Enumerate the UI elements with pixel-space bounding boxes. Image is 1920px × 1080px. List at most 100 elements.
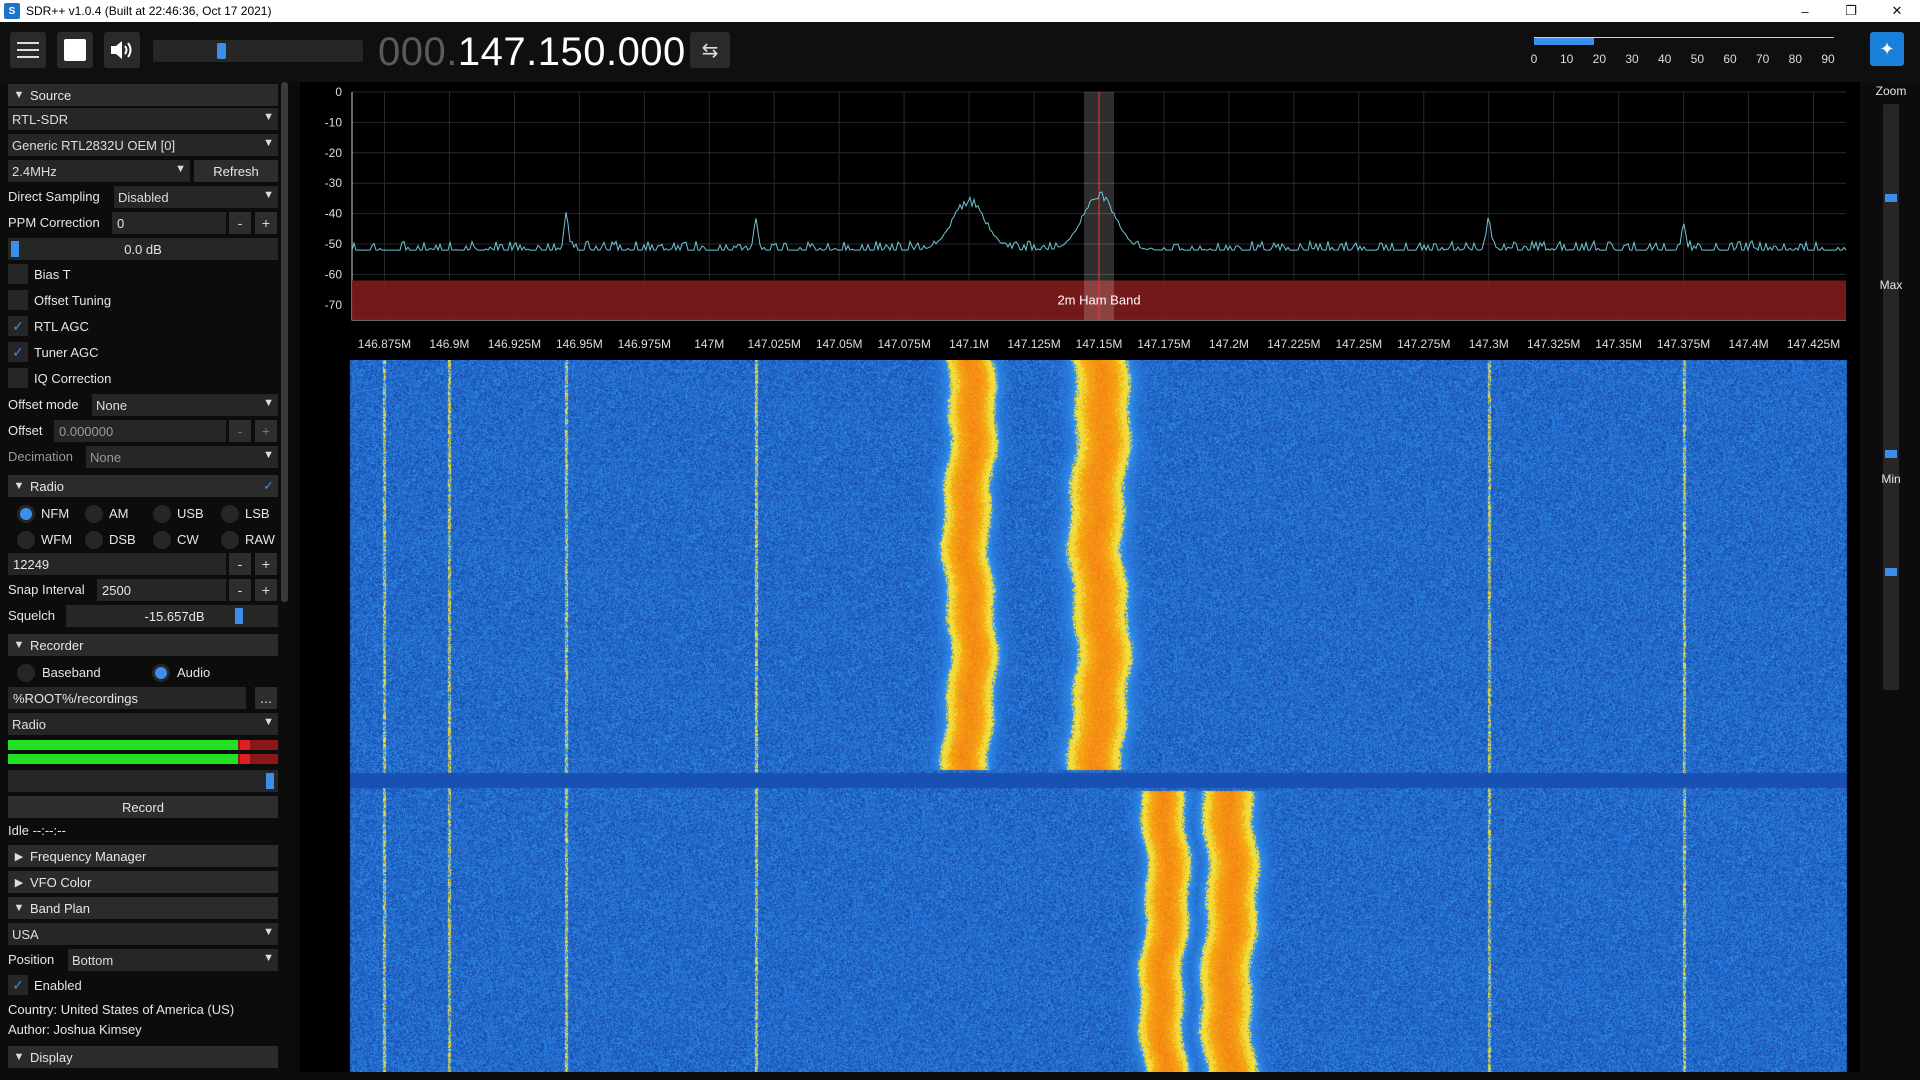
- min-slider-grab[interactable]: [1885, 568, 1897, 576]
- mode-radio-raw[interactable]: [221, 531, 239, 549]
- zoom-slider-grab[interactable]: [1885, 194, 1897, 202]
- mode-radio-wfm[interactable]: [17, 531, 35, 549]
- mode-radio-dsb[interactable]: [85, 531, 103, 549]
- max-slider[interactable]: [1883, 298, 1899, 496]
- fft-x-tick-label: 147.025M: [748, 337, 801, 351]
- ppm-increment-button[interactable]: +: [255, 212, 277, 234]
- recorder-stream-select[interactable]: Radio ▼: [8, 713, 278, 735]
- frequency-prefix[interactable]: 000.: [378, 30, 458, 74]
- chevron-down-icon: ▼: [263, 111, 274, 123]
- decimation-select[interactable]: None ▼: [86, 446, 278, 468]
- fft-x-tick-label: 147.125M: [1007, 337, 1060, 351]
- decimation-label: Decimation: [8, 449, 74, 464]
- sample-rate-select[interactable]: 2.4MHz ▼: [8, 160, 190, 182]
- bandwidth-increment-button[interactable]: +: [255, 553, 277, 575]
- offset-increment-button[interactable]: +: [255, 420, 277, 442]
- maximize-button[interactable]: ❐: [1828, 0, 1874, 22]
- fft-x-tick-label: 147.4M: [1729, 337, 1769, 351]
- recorder-header[interactable]: ▼ Recorder: [8, 634, 278, 656]
- window-title: SDR++ v1.0.4 (Built at 22:46:36, Oct 17 …: [26, 4, 272, 18]
- vfo-color-label: VFO Color: [30, 874, 92, 890]
- chevron-down-icon: ▼: [263, 397, 274, 409]
- minimize-button[interactable]: –: [1782, 0, 1828, 22]
- band-plan-author: Author: Joshua Kimsey: [8, 1022, 142, 1037]
- radio-header[interactable]: ▼ Radio ✓: [8, 475, 278, 497]
- mode-radio-lsb[interactable]: [221, 505, 239, 523]
- band-plan-enabled-checkbox[interactable]: ✓: [8, 975, 28, 995]
- snap-increment-button[interactable]: +: [255, 579, 277, 601]
- offset-mode-select[interactable]: None ▼: [92, 394, 278, 416]
- fft-y-tick-label: -40: [325, 207, 343, 221]
- frequency-manager-label: Frequency Manager: [30, 848, 147, 864]
- gain-slider-grab[interactable]: [11, 241, 19, 257]
- audio-level-meter-left: [8, 740, 278, 750]
- chevron-down-icon: ▼: [263, 952, 274, 964]
- ppm-decrement-button[interactable]: -: [229, 212, 251, 234]
- baseband-radio[interactable]: [17, 664, 35, 682]
- ppm-correction-input[interactable]: 0: [112, 212, 226, 234]
- audio-radio[interactable]: [152, 664, 170, 682]
- direct-sampling-label: Direct Sampling: [8, 189, 100, 204]
- frequency-display[interactable]: 000.147.150.000: [378, 30, 686, 74]
- bandwidth-decrement-button[interactable]: -: [229, 553, 251, 575]
- sidebar-scrollbar[interactable]: [281, 82, 288, 602]
- fft-x-tick-label: 147.225M: [1267, 337, 1320, 351]
- direct-sampling-select[interactable]: Disabled ▼: [114, 186, 278, 208]
- source-type-select[interactable]: RTL-SDR ▼: [8, 108, 278, 130]
- snap-interval-input[interactable]: 2500: [97, 579, 226, 601]
- bias-t-checkbox[interactable]: [8, 264, 28, 284]
- band-position-select[interactable]: Bottom ▼: [68, 949, 278, 971]
- fft-y-tick-label: -30: [325, 176, 343, 190]
- mute-button[interactable]: [104, 32, 140, 68]
- recorder-volume-grab[interactable]: [266, 773, 274, 789]
- band-plan-select[interactable]: USA ▼: [8, 923, 278, 945]
- bandwidth-input[interactable]: 12249: [8, 553, 226, 575]
- swap-frequency-button[interactable]: ⇆: [690, 32, 730, 68]
- recording-path-input[interactable]: %ROOT%/recordings: [8, 687, 246, 709]
- source-header[interactable]: ▼ Source: [8, 84, 278, 106]
- zoom-slider[interactable]: [1883, 104, 1899, 300]
- fft-spectrum[interactable]: 2m Ham Band 0-10-20-30-40-50-60-70 146.8…: [300, 82, 1860, 360]
- frequency-value[interactable]: 147.150.000: [458, 30, 686, 74]
- squelch-slider[interactable]: -15.657dB: [66, 605, 278, 627]
- vfo-color-header[interactable]: ▶ VFO Color: [8, 871, 278, 893]
- frequency-manager-header[interactable]: ▶ Frequency Manager: [8, 845, 278, 867]
- bias-t-label: Bias T: [34, 267, 71, 282]
- sdrpp-logo-icon[interactable]: ✦: [1870, 32, 1904, 66]
- offset-input[interactable]: 0.000000: [54, 420, 226, 442]
- stop-button[interactable]: [57, 32, 93, 68]
- device-select[interactable]: Generic RTL2832U OEM [0] ▼: [8, 134, 278, 156]
- mode-radio-usb[interactable]: [153, 505, 171, 523]
- rtl-agc-checkbox[interactable]: ✓: [8, 316, 28, 336]
- display-header[interactable]: ▼ Display: [8, 1046, 278, 1068]
- decimation-value: None: [90, 449, 122, 465]
- band-plan-header[interactable]: ▼ Band Plan: [8, 897, 278, 919]
- squelch-slider-grab[interactable]: [235, 608, 243, 624]
- record-button[interactable]: Record: [8, 796, 278, 818]
- mode-radio-am[interactable]: [85, 505, 103, 523]
- enabled-check-icon[interactable]: ✓: [263, 478, 274, 494]
- offset-tuning-checkbox[interactable]: [8, 290, 28, 310]
- volume-slider[interactable]: [153, 40, 363, 62]
- audio-label: Audio: [177, 665, 211, 680]
- menu-button[interactable]: [10, 32, 46, 68]
- snr-scale-tick: 70: [1755, 52, 1770, 66]
- max-slider-grab[interactable]: [1885, 450, 1897, 458]
- gain-slider[interactable]: 0.0 dB: [8, 238, 278, 260]
- iq-correction-checkbox[interactable]: [8, 368, 28, 388]
- snap-decrement-button[interactable]: -: [229, 579, 251, 601]
- browse-button[interactable]: ...: [255, 687, 277, 709]
- close-button[interactable]: ✕: [1874, 0, 1920, 22]
- collapse-icon: ▼: [13, 1051, 25, 1063]
- tuner-agc-checkbox[interactable]: ✓: [8, 342, 28, 362]
- refresh-button[interactable]: Refresh: [194, 160, 278, 182]
- waterfall-display[interactable]: [300, 360, 1860, 1072]
- mode-radio-nfm[interactable]: [17, 505, 35, 523]
- mode-label-dsb: DSB: [109, 532, 136, 547]
- min-slider[interactable]: [1883, 492, 1899, 690]
- recorder-volume-slider[interactable]: [8, 770, 278, 792]
- mode-radio-cw[interactable]: [153, 531, 171, 549]
- volume-slider-grab[interactable]: [217, 43, 226, 59]
- chevron-down-icon: ▼: [263, 716, 274, 728]
- offset-decrement-button[interactable]: -: [229, 420, 251, 442]
